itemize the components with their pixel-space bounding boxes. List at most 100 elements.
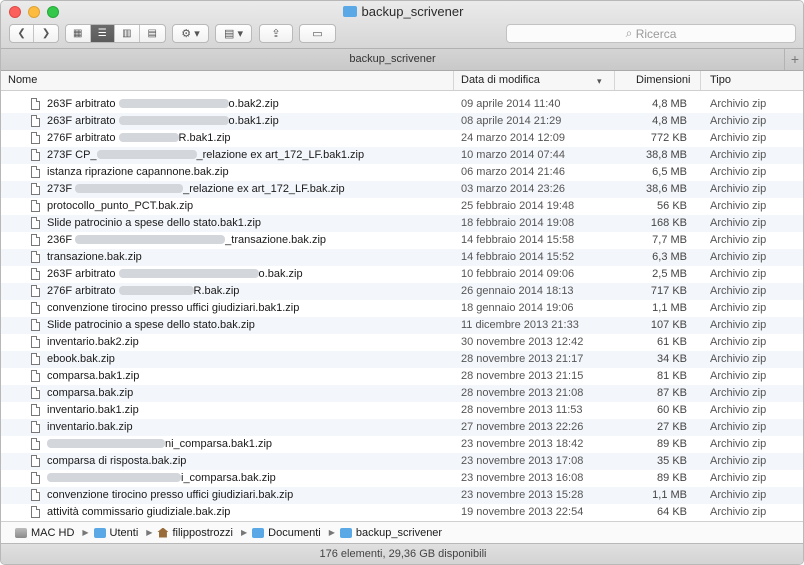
file-row[interactable]: i_comparsa.bak.zip 23 novembre 2013 16:08… [1, 470, 803, 487]
file-size: 38,6 MB [646, 183, 687, 195]
file-row[interactable]: comparsa di risposta.bak.zip 23 novembre … [1, 453, 803, 470]
share-button[interactable]: ⇪ [259, 24, 293, 43]
file-row[interactable]: attività commissario giudiziale.bak.zip 1… [1, 504, 803, 521]
document-icon [31, 98, 40, 110]
file-date-modified: 09 aprile 2014 11:40 [461, 98, 561, 110]
coverflow-view-button[interactable]: ▤ [140, 25, 165, 42]
path-crumb[interactable]: MAC HD [15, 527, 74, 539]
file-row[interactable]: 273F _relazione ex art_172_LF.bak.zip 03 … [1, 181, 803, 198]
file-row[interactable]: 276F arbitrato R.bak1.zip 24 marzo 2014 1… [1, 130, 803, 147]
file-row[interactable]: inventario.bak1.zip 28 novembre 2013 11:5… [1, 402, 803, 419]
file-row[interactable]: protocollo_punto_PCT.bak.zip 25 febbraio … [1, 198, 803, 215]
file-row[interactable]: convenzione tirocino presso uffici giudi… [1, 300, 803, 317]
file-row[interactable]: 263F arbitrato o.bak.zip 10 febbraio 2014… [1, 266, 803, 283]
file-row[interactable]: 276F arbitrato R.bak.zip 26 gennaio 2014 … [1, 283, 803, 300]
path-crumb[interactable]: backup_scrivener [339, 527, 442, 539]
coverflow-view-icon: ▤ [147, 28, 157, 39]
file-kind: Archivio zip [710, 438, 767, 450]
redacted-text [96, 150, 197, 159]
file-row[interactable]: ni_comparsa.bak1.zip 23 novembre 2013 18:… [1, 436, 803, 453]
new-tab-button[interactable]: + [784, 49, 803, 70]
tag-icon: ▭ [312, 28, 323, 40]
column-date-modified[interactable]: Data di modifica [453, 71, 614, 90]
file-date-modified: 03 marzo 2014 23:26 [461, 183, 565, 195]
file-size: 56 KB [657, 200, 687, 212]
file-date-modified: 14 febbraio 2014 15:58 [461, 234, 575, 246]
file-row[interactable]: inventario.bak2.zip 30 novembre 2013 12:4… [1, 334, 803, 351]
file-size: 2,5 MB [652, 268, 687, 280]
file-row[interactable]: 263F arbitrato o.bak1.zip 08 aprile 2014 … [1, 113, 803, 130]
file-date-modified: 11 dicembre 2013 21:33 [461, 319, 579, 331]
redacted-text [118, 116, 229, 125]
file-row[interactable]: ebook.bak.zip 28 novembre 2013 21:17 34 KB… [1, 351, 803, 368]
share-icon: ⇪ [271, 28, 281, 40]
list-view-button[interactable]: ☰ [90, 25, 116, 42]
column-kind[interactable]: Tipo [700, 71, 803, 90]
document-icon [31, 370, 40, 382]
column-view-button[interactable]: ▥ [115, 25, 140, 42]
file-size: 4,8 MB [652, 115, 687, 127]
file-row[interactable]: istanza riprazione capannone.bak.zip 06 m… [1, 164, 803, 181]
file-size: 35 KB [657, 455, 687, 467]
document-icon [31, 166, 40, 178]
finder-window: backup_scrivener ❮ ❯ ▦ ☰ ▥ ▤ ⚙ ▾ ▤ ▾ ⇪ ▭… [0, 0, 804, 565]
file-name: 273F _relazione ex art_172_LF.bak.zip [47, 183, 345, 195]
path-separator-icon: ▶ [328, 528, 335, 537]
redacted-text [118, 133, 179, 142]
forward-button[interactable]: ❯ [34, 25, 58, 42]
column-name[interactable]: Nome [1, 71, 453, 90]
file-name: 236F _transazione.bak.zip [47, 234, 327, 246]
action-button[interactable]: ⚙ ▾ [172, 24, 209, 43]
file-date-modified: 30 novembre 2013 12:42 [461, 336, 584, 348]
file-row[interactable]: Slide patrocinio a spese dello stato.bak… [1, 215, 803, 232]
file-kind: Archivio zip [710, 472, 767, 484]
column-header: Nome Data di modifica ▾ Dimensioni Tipo [1, 71, 803, 91]
document-icon [31, 472, 40, 484]
arrange-button[interactable]: ▤ ▾ [215, 24, 252, 43]
folder-icon [339, 527, 352, 538]
file-kind: Archivio zip [710, 183, 767, 195]
redacted-text [75, 235, 226, 244]
file-kind: Archivio zip [710, 234, 767, 246]
file-kind: Archivio zip [710, 251, 767, 263]
icon-view-button[interactable]: ▦ [66, 25, 91, 42]
document-icon [31, 268, 40, 280]
path-crumb[interactable]: filippostrozzi [157, 527, 233, 539]
file-row[interactable]: inventario.bak.zip 27 novembre 2013 22:26… [1, 419, 803, 436]
file-date-modified: 10 marzo 2014 07:44 [461, 149, 565, 161]
column-size[interactable]: Dimensioni [614, 71, 700, 90]
file-row[interactable]: comparsa.bak1.zip 28 novembre 2013 21:15 8… [1, 368, 803, 385]
file-size: 6,3 MB [652, 251, 687, 263]
chevron-right-icon: ❯ [41, 28, 51, 39]
tab-bar: backup_scrivener + [1, 49, 803, 71]
file-row[interactable]: transazione.bak.zip 14 febbraio 2014 15:5… [1, 249, 803, 266]
file-date-modified: 27 novembre 2013 22:26 [461, 421, 584, 433]
folder-icon [93, 527, 106, 538]
file-row[interactable]: 273F CP_ _relazione ex art_172_LF.bak1.zi… [1, 147, 803, 164]
redacted-text [118, 99, 229, 108]
path-crumb[interactable]: Utenti [93, 527, 138, 539]
redacted-text [118, 286, 194, 295]
file-name: inventario.bak.zip [47, 421, 133, 433]
redacted-text [118, 269, 259, 278]
tag-button[interactable]: ▭ [299, 24, 336, 43]
file-kind: Archivio zip [710, 455, 767, 467]
path-separator-icon: ▶ [146, 528, 153, 537]
file-kind: Archivio zip [710, 387, 767, 399]
search-field[interactable]: ⌕ Ricerca [506, 24, 796, 43]
file-row[interactable]: 263F arbitrato o.bak2.zip 09 aprile 2014 … [1, 96, 803, 113]
chevron-down-icon: ▾ [237, 28, 243, 40]
file-row[interactable]: convenzione tirocino presso uffici giudi… [1, 487, 803, 504]
file-row[interactable]: comparsa.bak.zip 28 novembre 2013 21:08 87… [1, 385, 803, 402]
document-icon [31, 200, 40, 212]
back-button[interactable]: ❮ [10, 25, 35, 42]
path-crumb[interactable]: Documenti [252, 527, 321, 539]
file-kind: Archivio zip [710, 149, 767, 161]
file-row[interactable]: Slide patrocinio a spese dello stato.bak… [1, 317, 803, 334]
file-date-modified: 28 novembre 2013 21:08 [461, 387, 584, 399]
tab-backup-scrivener[interactable]: backup_scrivener [1, 53, 784, 65]
file-name: 263F arbitrato o.bak1.zip [47, 115, 279, 127]
file-row[interactable]: 236F _transazione.bak.zip 14 febbraio 201… [1, 232, 803, 249]
document-icon [31, 115, 40, 127]
file-list[interactable]: 263F arbitrato o.bak2.zip 09 aprile 2014 … [1, 91, 803, 521]
